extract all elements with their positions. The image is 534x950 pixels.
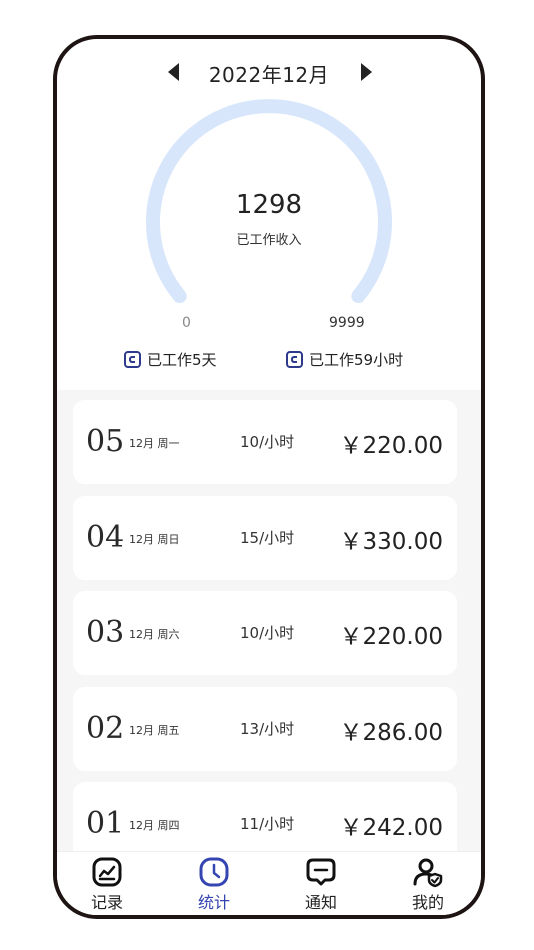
- tab-statistics[interactable]: 统计: [179, 856, 249, 914]
- tab-bar: 记录 统计 通知 我的: [57, 851, 481, 915]
- tab-profile[interactable]: 我的: [393, 856, 463, 914]
- income-gauge: [146, 99, 392, 304]
- tab-notifications[interactable]: 通知: [286, 856, 356, 914]
- record-list: 05 12月 周一 10/小时 ￥220.00 04 12月 周日 15/小时 …: [57, 390, 481, 851]
- wallet-icon: [124, 351, 141, 368]
- list-item[interactable]: 02 12月 周五 13/小时 ￥286.00: [73, 687, 457, 771]
- gauge-min-label: 0: [182, 315, 191, 331]
- list-item[interactable]: 04 12月 周日 15/小时 ￥330.00: [73, 496, 457, 580]
- phone-frame: 2022年12月 1298 已工作收入 0 9999 已工作5天 已工作59小时…: [53, 35, 485, 919]
- record-date: 12月 周一: [129, 437, 180, 450]
- worked-days-label: 已工作5天: [147, 351, 217, 369]
- worked-hours-stat: 已工作59小时: [286, 349, 403, 370]
- record-date: 12月 周四: [129, 819, 180, 832]
- income-total: 1298: [235, 190, 303, 220]
- record-hours: 10/小时: [240, 624, 295, 642]
- record-hours: 10/小时: [240, 433, 295, 451]
- record-hours: 15/小时: [240, 529, 295, 547]
- record-amount: ￥286.00: [339, 720, 443, 746]
- record-date: 12月 周五: [129, 724, 180, 737]
- record-date: 12月 周六: [129, 628, 180, 641]
- tab-label: 统计: [197, 893, 230, 912]
- list-item[interactable]: 05 12月 周一 10/小时 ￥220.00: [73, 400, 457, 484]
- record-hours: 13/小时: [240, 720, 295, 738]
- chart-icon: [92, 857, 122, 887]
- record-amount: ￥330.00: [339, 529, 443, 555]
- record-amount: ￥242.00: [339, 815, 443, 841]
- record-date: 12月 周日: [129, 533, 180, 546]
- record-day: 05: [86, 424, 125, 459]
- user-shield-icon: [413, 858, 443, 888]
- gauge-max-label: 9999: [329, 315, 365, 331]
- record-day: 04: [86, 520, 125, 555]
- tab-label: 通知: [304, 893, 337, 912]
- list-item[interactable]: 03 12月 周六 10/小时 ￥220.00: [73, 591, 457, 675]
- record-day: 03: [86, 615, 125, 650]
- record-day: 01: [86, 806, 125, 841]
- wallet-icon: [286, 351, 303, 368]
- tab-label: 我的: [411, 893, 444, 912]
- record-amount: ￥220.00: [339, 624, 443, 650]
- tab-label: 记录: [90, 893, 123, 912]
- message-icon: [306, 858, 336, 886]
- worked-days-stat: 已工作5天: [124, 349, 217, 370]
- record-amount: ￥220.00: [339, 433, 443, 459]
- clock-icon: [199, 857, 229, 887]
- list-item[interactable]: 01 12月 周四 11/小时 ￥242.00: [73, 782, 457, 851]
- record-hours: 11/小时: [240, 815, 295, 833]
- tab-records[interactable]: 记录: [72, 856, 142, 914]
- worked-hours-label: 已工作59小时: [309, 351, 404, 369]
- income-label: 已工作收入: [236, 233, 302, 248]
- record-day: 02: [86, 711, 125, 746]
